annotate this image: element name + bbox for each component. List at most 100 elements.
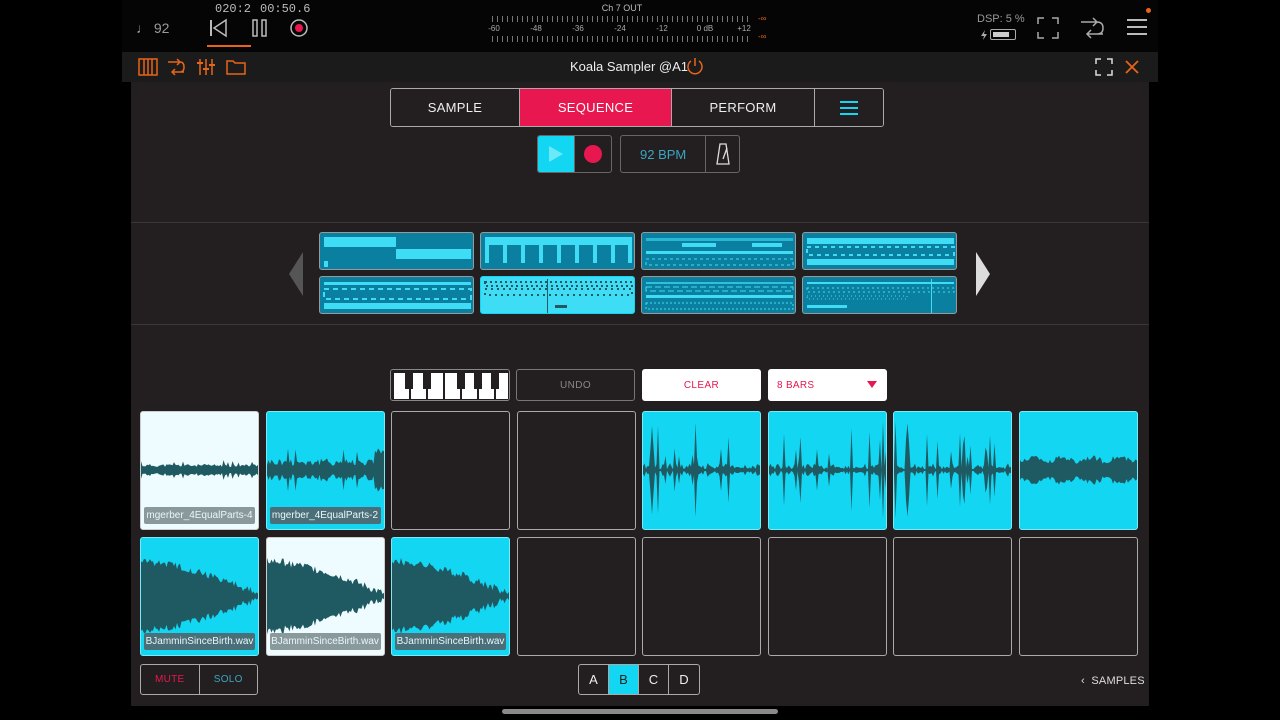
mode-tabs: SAMPLE SEQUENCE PERFORM <box>390 88 884 127</box>
pad-label: BJamminSinceBirth.wav <box>395 633 506 650</box>
routing-icon[interactable] <box>1079 16 1105 40</box>
output-meter: -60 -48 -36 -24 -12 0 dB +12 -∞ -∞ <box>488 14 766 44</box>
pause-icon[interactable] <box>250 18 270 38</box>
divider <box>131 324 1149 325</box>
pattern-slot-8[interactable] <box>802 276 957 314</box>
meter-scale-label: -24 <box>614 24 626 33</box>
host-bar: ♩ 92 020:2 00:50.6 Ch 7 OUT -60 -48 -36 … <box>122 0 1158 52</box>
menu-icon[interactable] <box>1126 16 1148 38</box>
record-button[interactable] <box>574 136 611 172</box>
play-button[interactable] <box>538 136 574 172</box>
pattern-slot-5[interactable] <box>319 276 474 314</box>
keyboard-icon[interactable] <box>138 57 158 77</box>
host-tempo: ♩ 92 <box>136 20 170 36</box>
pad-13[interactable] <box>642 537 761 656</box>
pad-14[interactable] <box>767 537 887 656</box>
undo-button[interactable]: UNDO <box>516 369 635 401</box>
meter-scale-label: -60 <box>488 24 500 33</box>
record-icon <box>584 145 602 163</box>
bank-c-button[interactable]: C <box>639 665 669 694</box>
hamburger-icon <box>840 100 858 115</box>
pad-3[interactable] <box>391 411 510 530</box>
pattern-thumbnail <box>484 279 633 313</box>
metronome-button[interactable] <box>705 136 739 172</box>
home-indicator <box>502 709 778 714</box>
pad-8[interactable] <box>1018 411 1138 530</box>
meter-scale-label: -12 <box>656 24 668 33</box>
pad-1[interactable]: mgerber_4EqualParts-4 <box>140 411 259 530</box>
pad-4[interactable] <box>516 411 636 530</box>
tab-sequence[interactable]: SEQUENCE <box>520 89 672 126</box>
samples-link[interactable]: ‹ SAMPLES <box>1081 675 1145 687</box>
mixer-icon[interactable] <box>196 57 216 77</box>
meter-peak-top: -∞ <box>758 14 767 23</box>
fullscreen-icon[interactable] <box>1036 16 1060 40</box>
pattern-thumbnail <box>485 237 632 263</box>
pattern-slot-3[interactable] <box>641 232 796 270</box>
meter-ticks-bottom <box>492 36 748 42</box>
pattern-slot-1[interactable] <box>319 232 474 270</box>
pattern-slot-7[interactable] <box>641 276 796 314</box>
pattern-slot-6-selected[interactable] <box>480 276 635 314</box>
tab-menu[interactable] <box>815 89 883 126</box>
pad-7[interactable] <box>893 411 1012 530</box>
pad-11[interactable]: BJamminSinceBirth.wav <box>391 537 510 656</box>
keyboard-button[interactable] <box>390 369 510 401</box>
expand-icon[interactable] <box>1094 57 1114 77</box>
pad-banks: A B C D <box>578 664 700 695</box>
folder-icon[interactable] <box>226 57 246 77</box>
pad-label: BJamminSinceBirth.wav <box>144 633 255 650</box>
rewind-icon[interactable] <box>208 18 228 38</box>
battery-icon <box>990 29 1016 40</box>
meter-title: Ch 7 OUT <box>601 3 643 13</box>
pattern-slot-2[interactable] <box>480 232 635 270</box>
pattern-slot-4[interactable] <box>802 232 957 270</box>
plugin-title-bar: Koala Sampler @A1 <box>122 52 1158 82</box>
pattern-thumbnail <box>323 282 472 309</box>
bank-b-button[interactable]: B <box>609 665 639 694</box>
pattern-prev-icon[interactable] <box>288 252 304 296</box>
pad-9[interactable]: BJamminSinceBirth.wav <box>140 537 259 656</box>
pad-12[interactable] <box>516 537 636 656</box>
clear-button[interactable]: CLEAR <box>642 369 761 401</box>
bars-select-value: 8 BARS <box>777 379 815 391</box>
waveform-graphic <box>1019 455 1137 485</box>
bpm-field[interactable]: 92 BPM <box>621 136 705 172</box>
meter-scale-label: -36 <box>572 24 584 33</box>
record-icon[interactable] <box>289 18 309 38</box>
divider <box>131 222 1149 223</box>
pattern-thumbnail <box>645 238 794 266</box>
waveform-graphic <box>894 421 1011 519</box>
tab-sample[interactable]: SAMPLE <box>391 89 520 126</box>
mute-solo-group: MUTE SOLO <box>140 664 258 695</box>
pattern-thumbnail <box>645 282 794 310</box>
tempo-group: 92 BPM <box>620 135 740 173</box>
meter-scale-label: +12 <box>737 24 751 33</box>
piano-icon <box>391 370 509 400</box>
bank-d-button[interactable]: D <box>669 665 699 694</box>
bank-a-button[interactable]: A <box>579 665 609 694</box>
pad-10[interactable]: BJamminSinceBirth.wav <box>265 537 385 656</box>
pad-label: mgerber_4EqualParts-4 <box>144 507 255 524</box>
pad-16[interactable] <box>1018 537 1138 656</box>
transport-group <box>537 135 612 173</box>
charging-icon <box>981 30 987 40</box>
pad-2[interactable]: mgerber_4EqualParts-2 <box>265 411 385 530</box>
bars-select[interactable]: 8 BARS <box>768 369 887 401</box>
meter-scale-label: 0 dB <box>696 24 714 33</box>
pad-15[interactable] <box>893 537 1012 656</box>
bar-position: 020:2 <box>215 2 252 16</box>
close-icon[interactable] <box>1122 57 1142 77</box>
solo-button[interactable]: SOLO <box>200 665 258 694</box>
routing-icon[interactable] <box>166 57 186 77</box>
waveform-graphic <box>643 422 760 518</box>
time-position: 00:50.6 <box>260 2 311 16</box>
pad-5[interactable] <box>642 411 761 530</box>
pad-6[interactable] <box>767 411 887 530</box>
meter-scale-label: -48 <box>530 24 542 33</box>
power-icon[interactable] <box>686 57 704 75</box>
mute-button[interactable]: MUTE <box>141 665 200 694</box>
pad-label: mgerber_4EqualParts-2 <box>269 507 381 524</box>
pattern-next-icon[interactable] <box>975 252 991 296</box>
tab-perform[interactable]: PERFORM <box>672 89 815 126</box>
